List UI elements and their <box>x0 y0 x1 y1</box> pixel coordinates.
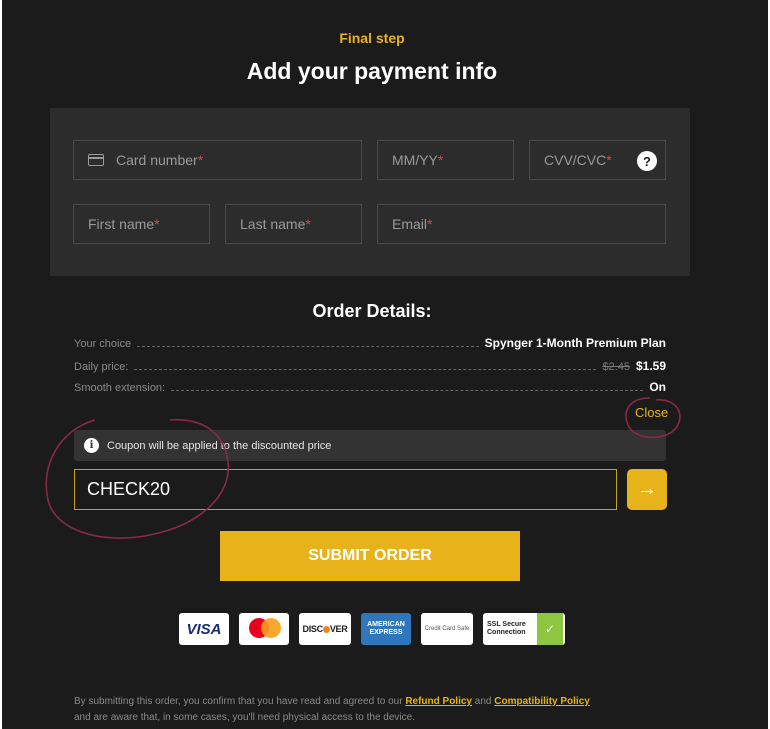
visa-badge: VISA <box>179 613 229 645</box>
cvv-field[interactable]: CVV/CVC * ? <box>529 140 666 180</box>
expiry-field[interactable]: MM/YY * <box>377 140 514 180</box>
required-mark: * <box>606 152 612 168</box>
email-field[interactable]: Email * <box>377 204 666 244</box>
step-label: Final step <box>339 30 405 46</box>
last-name-field[interactable]: Last name * <box>225 204 362 244</box>
order-row-extension: Smooth extension: On <box>74 378 666 394</box>
email-placeholder: Email <box>392 216 428 232</box>
order-row-value: On <box>649 380 666 394</box>
dotted-leader <box>134 369 597 370</box>
required-mark: * <box>427 216 433 232</box>
order-row-value: Spynger 1-Month Premium Plan <box>484 336 666 350</box>
dotted-leader <box>171 390 644 391</box>
order-row-label: Your choice <box>74 338 132 350</box>
order-row-value: $2.45 $1.59 <box>602 359 666 373</box>
expiry-placeholder: MM/YY <box>392 152 438 168</box>
cvv-placeholder: CVV/CVC <box>544 152 607 168</box>
amex-badge: AMERICAN EXPRESS <box>361 613 411 645</box>
required-mark: * <box>305 216 311 232</box>
mastercard-badge <box>239 613 289 645</box>
discover-badge: DISC VER <box>299 613 351 645</box>
apply-coupon-button[interactable]: → <box>627 469 667 510</box>
arrow-right-icon: → <box>637 478 657 500</box>
page-title: Add your payment info <box>246 58 498 84</box>
discover-logo: DISC VER <box>302 624 348 634</box>
info-icon: i <box>84 438 99 453</box>
visa-logo: VISA <box>186 620 222 638</box>
footer-text: and <box>472 696 495 707</box>
order-row-daily-price: Daily price: $2.45 $1.59 <box>74 357 666 373</box>
last-name-placeholder: Last name <box>240 216 306 232</box>
coupon-notice-text: Coupon will be applied to the discounted… <box>107 439 332 452</box>
close-coupon-link[interactable]: Close <box>635 405 668 420</box>
order-row-label: Daily price: <box>74 361 129 373</box>
submit-order-button[interactable]: SUBMIT ORDER <box>220 531 520 581</box>
required-mark: * <box>197 152 204 168</box>
coupon-notice: i Coupon will be applied to the discount… <box>74 430 666 461</box>
compatibility-policy-link[interactable]: Compatibility Policy <box>494 696 590 707</box>
coupon-input[interactable]: CHECK20 <box>74 469 617 510</box>
dotted-leader <box>137 346 479 347</box>
checkout-page: Final step Add your payment info Card nu… <box>2 0 768 729</box>
lock-icon: ✓ <box>537 613 563 645</box>
ssl-text: SSL Secure Connection <box>487 621 526 636</box>
payment-form: Card number * MM/YY * CVV/CVC * ? First nam… <box>50 108 690 276</box>
new-price: $1.59 <box>635 359 666 373</box>
amex-logo: AMERICAN EXPRESS <box>367 621 405 636</box>
card-safe-logo: Credit Card Safe <box>424 625 470 632</box>
ssl-badge: SSL Secure Connection ✓ <box>483 613 565 645</box>
required-mark: * <box>154 216 160 232</box>
legal-footer: By submitting this order, you confirm th… <box>74 694 674 726</box>
footer-text: By submitting this order, you confirm th… <box>74 696 406 707</box>
footer-text: and are aware that, in some cases, you'l… <box>74 712 415 723</box>
order-row-label: Smooth extension: <box>74 382 166 394</box>
order-row-choice: Your choice Spynger 1-Month Premium Plan <box>74 334 666 350</box>
card-number-field[interactable]: Card number * <box>73 140 362 180</box>
old-price: $2.45 <box>602 361 630 373</box>
help-icon[interactable]: ? <box>637 151 657 171</box>
order-details-title: Order Details: <box>312 301 432 321</box>
credit-card-icon <box>88 154 104 166</box>
first-name-field[interactable]: First name * <box>73 204 210 244</box>
first-name-placeholder: First name <box>88 216 155 232</box>
card-number-placeholder: Card number <box>116 152 198 168</box>
refund-policy-link[interactable]: Refund Policy <box>405 696 472 707</box>
mastercard-logo <box>247 618 281 640</box>
required-mark: * <box>437 152 444 168</box>
card-safe-badge: Credit Card Safe <box>421 613 473 645</box>
